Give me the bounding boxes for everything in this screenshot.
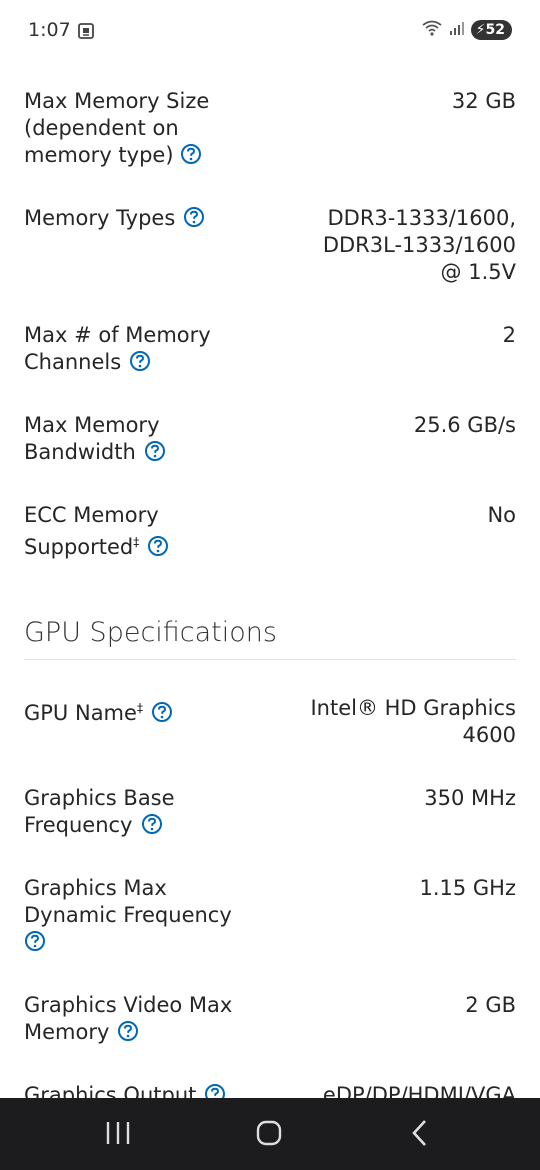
footnote-mark: ‡ — [136, 701, 143, 715]
help-circle-icon[interactable] — [204, 1083, 226, 1098]
wifi-icon — [421, 20, 443, 40]
footnote-mark: ‡ — [133, 535, 140, 549]
spec-label: Graphics Video Max Memory — [24, 993, 233, 1044]
help-circle-icon[interactable] — [24, 930, 46, 952]
spec-row-graphics-max-dynamic-frequency: Graphics Max Dynamic Frequency 1.15 GHz — [24, 875, 516, 956]
spec-row-memory-types: Memory Types DDR3-1333/1600, DDR3L-1333/… — [24, 205, 516, 286]
spec-value: 1.15 GHz — [419, 876, 516, 900]
spec-row-ecc-memory: ECC Memory Supported‡ No — [24, 502, 516, 561]
navigation-bar — [0, 1098, 540, 1170]
spec-value: Intel® HD Graphics 4600 — [310, 696, 516, 747]
section-divider — [24, 659, 516, 660]
spec-label: Graphics Max Dynamic Frequency — [24, 875, 254, 956]
help-circle-icon[interactable] — [117, 1020, 139, 1042]
help-circle-icon[interactable] — [151, 701, 173, 723]
help-circle-icon[interactable] — [129, 350, 151, 372]
spec-label: ECC Memory Supported‡ — [24, 502, 224, 561]
section-title-gpu: GPU Specifications — [24, 617, 277, 648]
spec-label: Max # of Memory Channels — [24, 323, 211, 374]
spec-value: eDP/DP/HDMI/VGA — [322, 1083, 516, 1098]
screenshot-icon — [77, 22, 95, 44]
spec-value: No — [487, 503, 516, 527]
spec-row-gpu-name: GPU Name‡ Intel® HD Graphics 4600 — [24, 695, 516, 749]
spec-row-max-memory-size: Max Memory Size (dependent on memory typ… — [24, 88, 516, 169]
signal-icon — [449, 20, 465, 40]
spec-label: Memory Types — [24, 205, 254, 286]
spec-value: 2 GB — [465, 993, 516, 1017]
spec-row-graphics-base-frequency: Graphics Base Frequency 350 MHz — [24, 785, 516, 839]
spec-content[interactable]: Max Memory Size (dependent on memory typ… — [24, 62, 516, 1098]
status-time: 1:07 — [28, 19, 71, 41]
spec-row-graphics-video-max-memory: Graphics Video Max Memory 2 GB — [24, 992, 516, 1046]
battery-level: 52 — [485, 22, 505, 38]
spec-label: Max Memory Size (dependent on memory typ… — [24, 89, 210, 167]
spec-label: Graphics Base Frequency — [24, 786, 175, 837]
recents-icon[interactable] — [104, 1116, 132, 1154]
spec-value: 32 GB — [451, 89, 516, 113]
spec-label: Max Memory Bandwidth — [24, 412, 254, 466]
spec-value: 350 MHz — [424, 786, 516, 810]
home-icon[interactable] — [254, 1116, 284, 1154]
help-circle-icon[interactable] — [141, 813, 163, 835]
spec-label: Graphics Output — [24, 1082, 254, 1098]
spec-row-graphics-output: Graphics Output eDP/DP/HDMI/VGA — [24, 1082, 516, 1098]
spec-row-memory-channels: Max # of Memory Channels 2 — [24, 322, 516, 376]
spec-value: 25.6 GB/s — [413, 413, 516, 437]
help-circle-icon[interactable] — [144, 440, 166, 462]
status-bar: 1:07 ⚡52 — [0, 0, 540, 62]
battery-icon: ⚡52 — [470, 20, 512, 40]
back-icon[interactable] — [408, 1116, 432, 1154]
status-indicators: ⚡52 — [421, 20, 512, 40]
spec-label: GPU Name‡ — [24, 695, 254, 749]
spec-row-memory-bandwidth: Max Memory Bandwidth 25.6 GB/s — [24, 412, 516, 466]
spec-value: DDR3-1333/1600, DDR3L-1333/1600 @ 1.5V — [322, 206, 516, 284]
spec-value: 2 — [502, 323, 516, 347]
help-circle-icon[interactable] — [147, 535, 169, 557]
help-circle-icon[interactable] — [183, 206, 205, 228]
help-circle-icon[interactable] — [180, 143, 202, 165]
